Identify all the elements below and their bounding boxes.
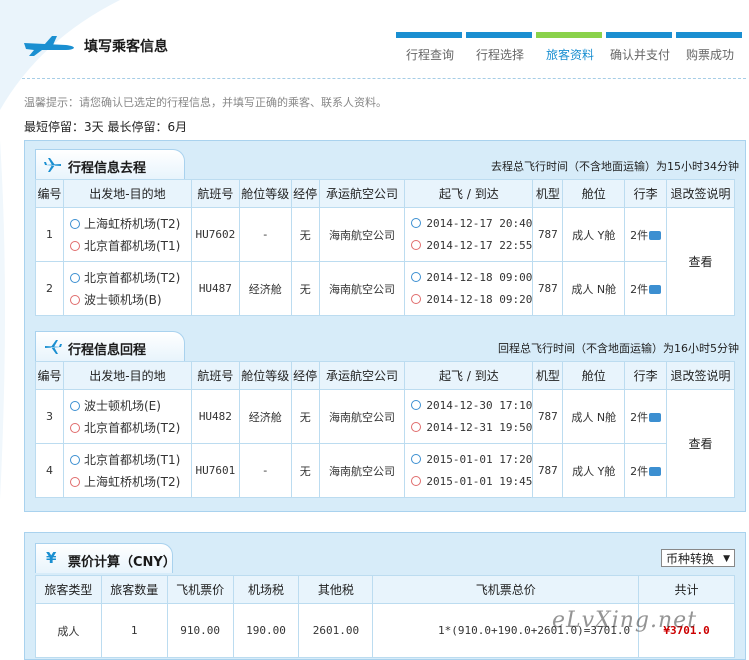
col-flight: 航班号 bbox=[190, 179, 240, 208]
clock-icon bbox=[411, 399, 422, 410]
step-itinerary-query[interactable]: 行程查询 bbox=[396, 32, 464, 66]
currency-convert-select[interactable]: 币种转换 ▼ bbox=[661, 549, 735, 567]
clock-icon bbox=[411, 293, 422, 304]
col-dep-arr: 起飞 / 到达 bbox=[404, 179, 534, 208]
inbound-header-row: 编号 出发地-目的地 航班号 舱位等级 经停 承运航空公司 起飞 / 到达 机型… bbox=[35, 361, 735, 390]
price-panel: ¥ 票价计算（CNY） 币种转换 ▼ 旅客类型 旅客数量 飞机票价 机场税 其他… bbox=[24, 532, 746, 660]
clock-icon bbox=[411, 453, 422, 464]
baggage-info-icon[interactable] bbox=[649, 284, 662, 294]
price-tab: ¥ 票价计算（CNY） bbox=[35, 543, 176, 573]
outbound-section-header: 行程信息去程 去程总飞行时间（不含地面运输）为15小时34分钟 bbox=[35, 149, 743, 179]
warm-tips: 温馨提示：请您确认已选定的行程信息，并填写正确的乘客、联系人资料。 bbox=[24, 96, 387, 109]
col-cabin-class: 舱位等级 bbox=[238, 179, 292, 208]
col-airline: 承运航空公司 bbox=[318, 179, 406, 208]
step-itinerary-select[interactable]: 行程选择 bbox=[466, 32, 534, 66]
view-refund-rules-button[interactable]: 查看 bbox=[689, 255, 713, 269]
page-header: 填写乘客信息 行程查询 行程选择 旅客资料 确认并支付 购票成功 bbox=[0, 0, 749, 90]
watermark: eLvXing.net bbox=[552, 608, 698, 633]
col-baggage: 行李 bbox=[624, 179, 668, 208]
baggage-info-icon[interactable] bbox=[649, 412, 662, 422]
inbound-section-header: 行程信息回程 回程总飞行时间（不含地面运输）为16小时5分钟 bbox=[35, 331, 743, 361]
inbound-tab: 行程信息回程 bbox=[35, 331, 185, 361]
inbound-table: 编号 出发地-目的地 航班号 舱位等级 经停 承运航空公司 起飞 / 到达 机型… bbox=[35, 361, 735, 498]
departure-icon bbox=[69, 272, 80, 283]
clock-icon bbox=[411, 239, 422, 250]
col-number: 编号 bbox=[35, 179, 64, 208]
baggage-info-icon[interactable] bbox=[649, 230, 662, 240]
arrival-icon bbox=[69, 294, 80, 305]
departure-icon bbox=[69, 454, 80, 465]
step-confirm-pay[interactable]: 确认并支付 bbox=[606, 32, 674, 66]
col-stop: 经停 bbox=[290, 179, 320, 208]
clock-icon bbox=[411, 421, 422, 432]
col-route: 出发地-目的地 bbox=[62, 179, 192, 208]
col-seat: 舱位 bbox=[562, 179, 626, 208]
table-row: 1 上海虹桥机场(T2) 北京首都机场(T1) HU7602 - 无 海南航空公… bbox=[35, 207, 735, 316]
header-divider bbox=[22, 78, 746, 79]
table-row: 3 波士顿机场(E) 北京首都机场(T2) HU482 经济舱 无 海南航空公司… bbox=[35, 389, 735, 498]
outbound-summary: 去程总飞行时间（不含地面运输）为15小时34分钟 bbox=[491, 160, 739, 173]
outbound-tab: 行程信息去程 bbox=[35, 149, 185, 179]
clock-icon bbox=[411, 217, 422, 228]
outbound-header-row: 编号 出发地-目的地 航班号 舱位等级 经停 承运航空公司 起飞 / 到达 机型… bbox=[35, 179, 735, 208]
table-row: 4 北京首都机场(T1) 上海虹桥机场(T2) HU7601 - 无 海南航空公… bbox=[35, 443, 735, 498]
clock-icon bbox=[411, 271, 422, 282]
departure-icon bbox=[69, 400, 80, 411]
departure-icon bbox=[69, 218, 80, 229]
view-refund-rules-button[interactable]: 查看 bbox=[689, 437, 713, 451]
itinerary-panel: 行程信息去程 去程总飞行时间（不含地面运输）为15小时34分钟 编号 出发地-目… bbox=[24, 140, 746, 512]
airplane-icon bbox=[44, 158, 61, 172]
page-title: 填写乘客信息 bbox=[84, 39, 168, 55]
table-row: 2 北京首都机场(T2) 波士顿机场(B) HU487 经济舱 无 海南航空公司… bbox=[35, 261, 735, 316]
yuan-icon: ¥ bbox=[46, 549, 57, 567]
inbound-summary: 回程总飞行时间（不含地面运输）为16小时5分钟 bbox=[498, 342, 739, 355]
stay-duration: 最短停留：3天 最长停留：6月 bbox=[24, 120, 188, 134]
arrival-icon bbox=[69, 240, 80, 251]
step-success[interactable]: 购票成功 bbox=[676, 32, 744, 66]
arrival-icon bbox=[69, 422, 80, 433]
airplane-icon bbox=[45, 340, 62, 354]
clock-icon bbox=[411, 475, 422, 486]
outbound-title: 行程信息去程 bbox=[68, 161, 147, 176]
airplane-logo-icon bbox=[24, 36, 74, 56]
baggage-info-icon[interactable] bbox=[649, 466, 662, 476]
price-section-header: ¥ 票价计算（CNY） bbox=[35, 543, 743, 573]
step-passenger-info[interactable]: 旅客资料 bbox=[536, 32, 604, 66]
chevron-down-icon: ▼ bbox=[723, 554, 730, 564]
col-model: 机型 bbox=[532, 179, 564, 208]
progress-steps: 行程查询 行程选择 旅客资料 确认并支付 购票成功 bbox=[396, 32, 746, 66]
inbound-title: 行程信息回程 bbox=[68, 343, 147, 358]
price-header-row: 旅客类型 旅客数量 飞机票价 机场税 其他税 飞机票总价 共计 bbox=[35, 575, 735, 604]
outbound-table: 编号 出发地-目的地 航班号 舱位等级 经停 承运航空公司 起飞 / 到达 机型… bbox=[35, 179, 735, 316]
arrival-icon bbox=[69, 476, 80, 487]
price-title: 票价计算（CNY） bbox=[68, 555, 176, 570]
col-refund-rules: 退改签说明 bbox=[666, 179, 735, 208]
